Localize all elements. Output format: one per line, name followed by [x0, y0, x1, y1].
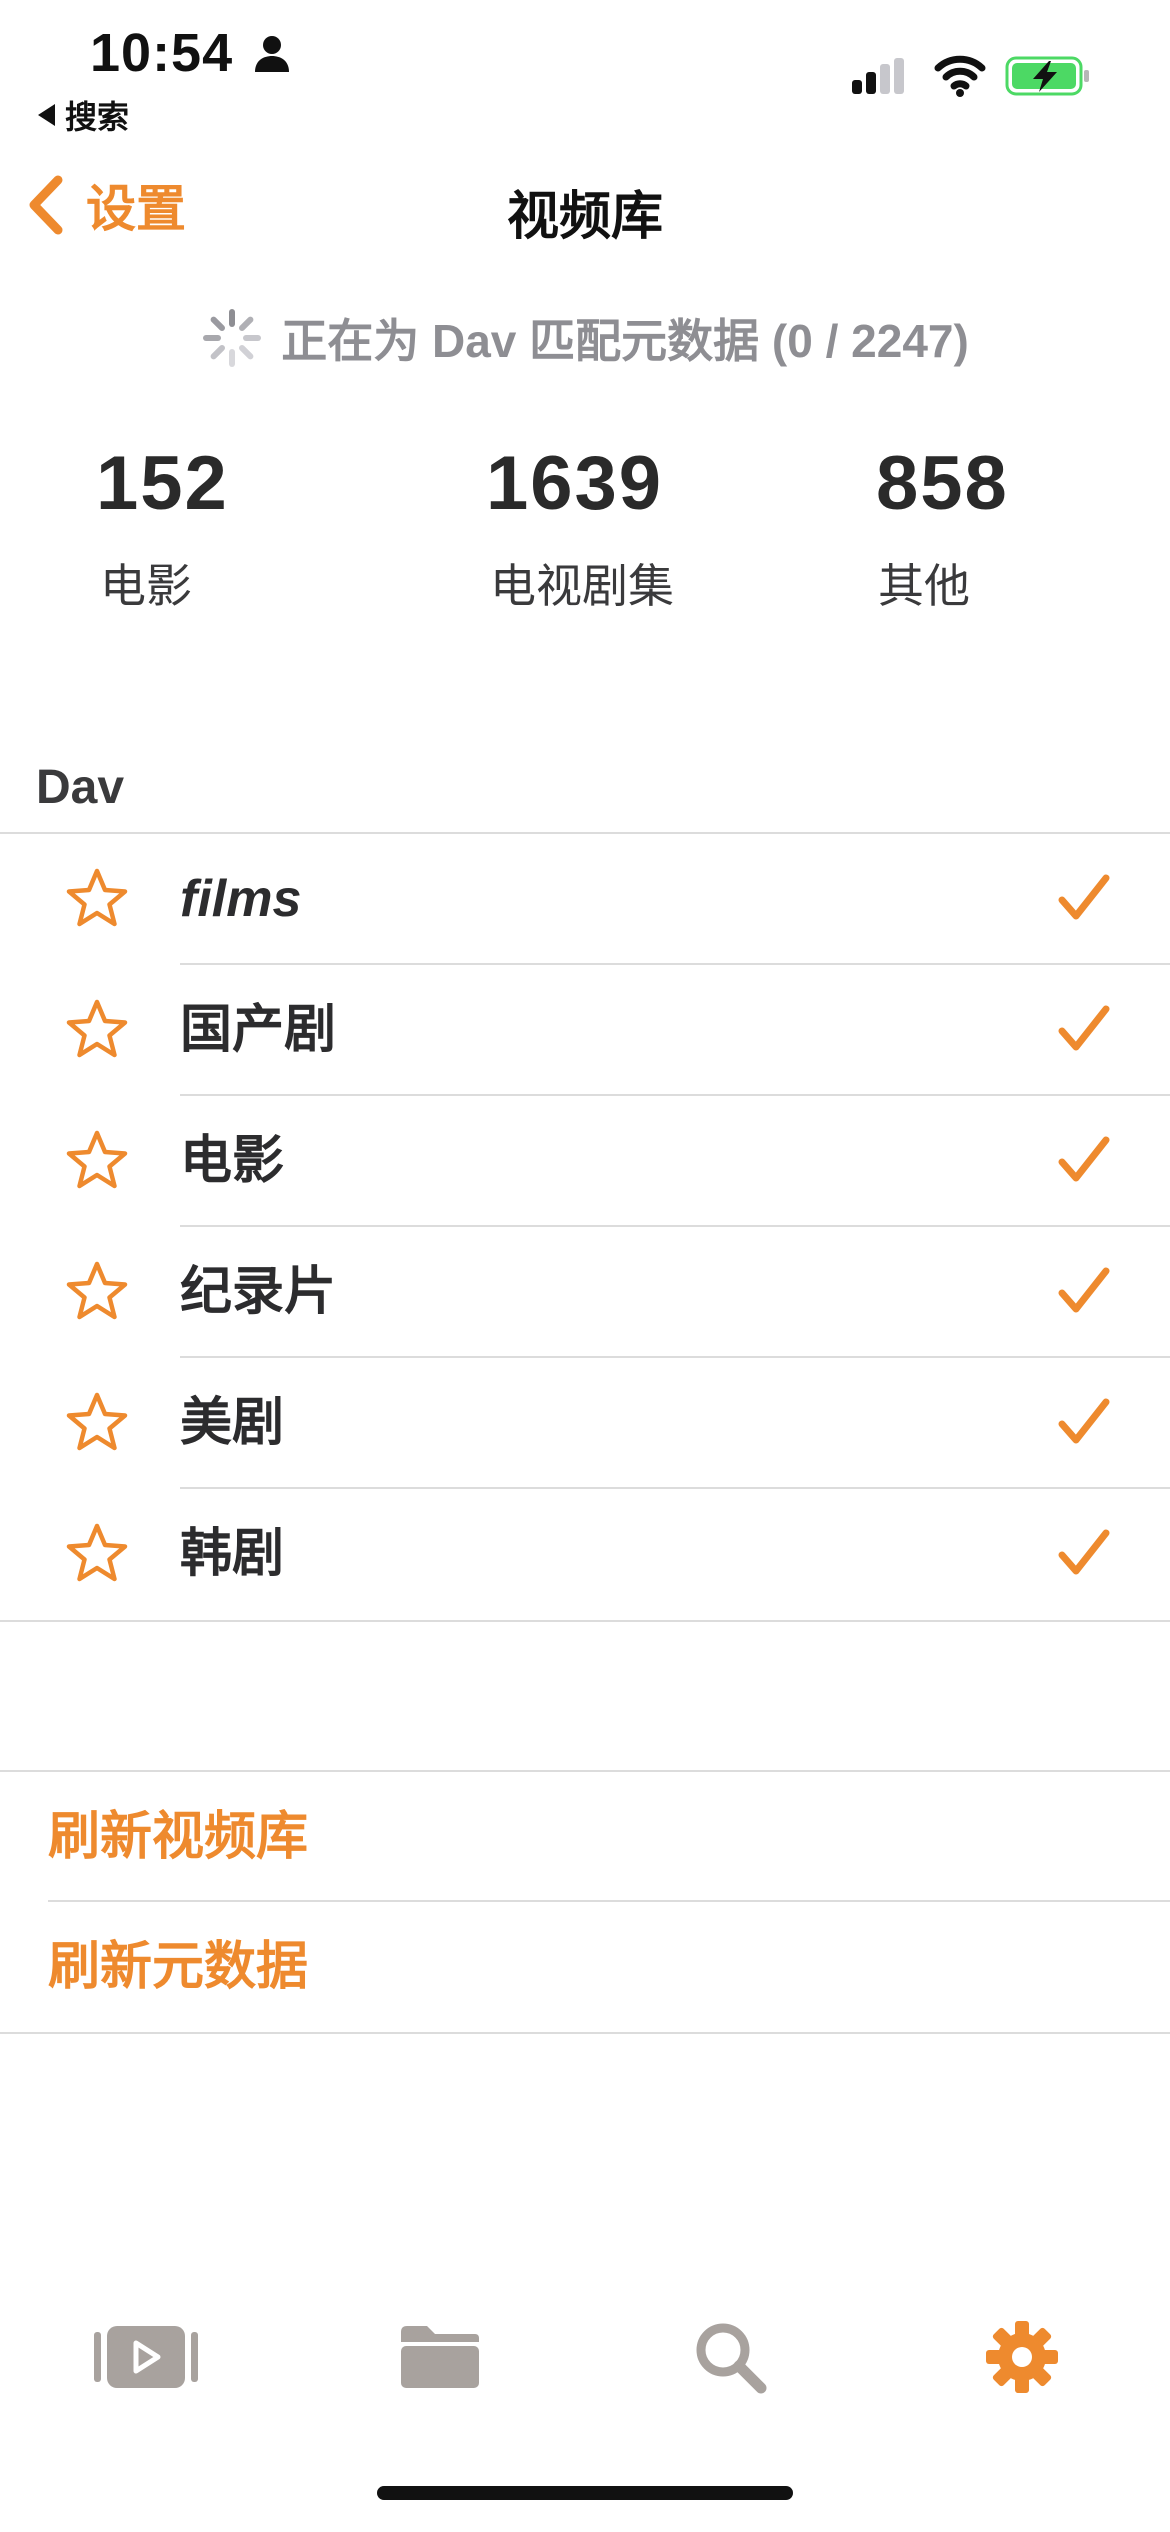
list-item[interactable]: 电影 [0, 1096, 1170, 1227]
list-item-label: films [180, 870, 302, 928]
stat-movies-count: 152 [96, 441, 229, 526]
list-item[interactable]: 纪录片 [0, 1227, 1170, 1358]
list-item[interactable]: 国产剧 [0, 965, 1170, 1096]
search-icon [696, 2323, 767, 2394]
actions-group: 刷新视频库 刷新元数据 [0, 1770, 1170, 2034]
spinner-icon [203, 309, 262, 367]
checkmark-icon [1058, 1005, 1110, 1051]
stat-movies-label: 电影 [100, 560, 192, 612]
checkmark-icon [1058, 1398, 1110, 1444]
tab-settings[interactable] [962, 2312, 1082, 2402]
wifi-icon [934, 55, 986, 97]
refresh-library-button[interactable]: 刷新视频库 [0, 1772, 1170, 1902]
back-app-label: 搜索 [65, 99, 130, 135]
list-item-label: 电影 [180, 1132, 285, 1190]
list-item[interactable]: 韩剧 [0, 1489, 1170, 1620]
checkmark-icon [1058, 1136, 1110, 1182]
person-icon [255, 36, 289, 72]
battery-charging-icon [1005, 56, 1089, 96]
star-icon[interactable] [64, 997, 130, 1063]
home-indicator [377, 2486, 793, 2500]
folder-icon [401, 2326, 479, 2388]
status-time: 10:54 [90, 23, 234, 83]
tab-video-library[interactable] [86, 2312, 206, 2402]
refresh-metadata-button[interactable]: 刷新元数据 [0, 1902, 1170, 2032]
tab-files[interactable] [380, 2312, 500, 2402]
page-title: 视频库 [506, 188, 663, 246]
checkmark-icon [1058, 874, 1110, 920]
stat-other-count: 858 [876, 441, 1009, 526]
signal-icon [852, 58, 904, 94]
settings-gear-icon [986, 2321, 1058, 2393]
star-icon[interactable] [64, 1128, 130, 1194]
stat-tv-label: 电视剧集 [490, 560, 674, 612]
list-item[interactable]: films [0, 834, 1170, 965]
back-triangle-icon [38, 104, 55, 126]
video-library-icon [94, 2326, 198, 2388]
star-icon[interactable] [64, 866, 130, 932]
star-icon[interactable] [64, 1521, 130, 1587]
back-to-app[interactable]: 搜索 [38, 92, 129, 138]
checkmark-icon [1058, 1529, 1110, 1575]
tab-search[interactable] [670, 2312, 790, 2402]
refresh-library-label: 刷新视频库 [48, 1808, 309, 1866]
refresh-metadata-label: 刷新元数据 [48, 1938, 309, 1996]
list-item-label: 美剧 [180, 1394, 285, 1452]
stat-tv-count: 1639 [486, 441, 664, 526]
section-header: Dav [36, 761, 125, 814]
list-item[interactable]: 美剧 [0, 1358, 1170, 1489]
list-item-label: 国产剧 [180, 1001, 337, 1059]
sync-status-text: 正在为 Dav 匹配元数据 (0 / 2247) [281, 315, 969, 367]
list-item-label: 韩剧 [180, 1525, 285, 1583]
source-folder-list: films 国产剧 电影 纪录片 美剧 韩剧 [0, 832, 1170, 1622]
sync-status: 正在为 Dav 匹配元数据 (0 / 2247) [0, 305, 1170, 371]
stat-other-label: 其他 [878, 560, 970, 612]
star-icon[interactable] [64, 1390, 130, 1456]
star-icon[interactable] [64, 1259, 130, 1325]
list-item-label: 纪录片 [180, 1263, 337, 1321]
checkmark-icon [1058, 1267, 1110, 1313]
